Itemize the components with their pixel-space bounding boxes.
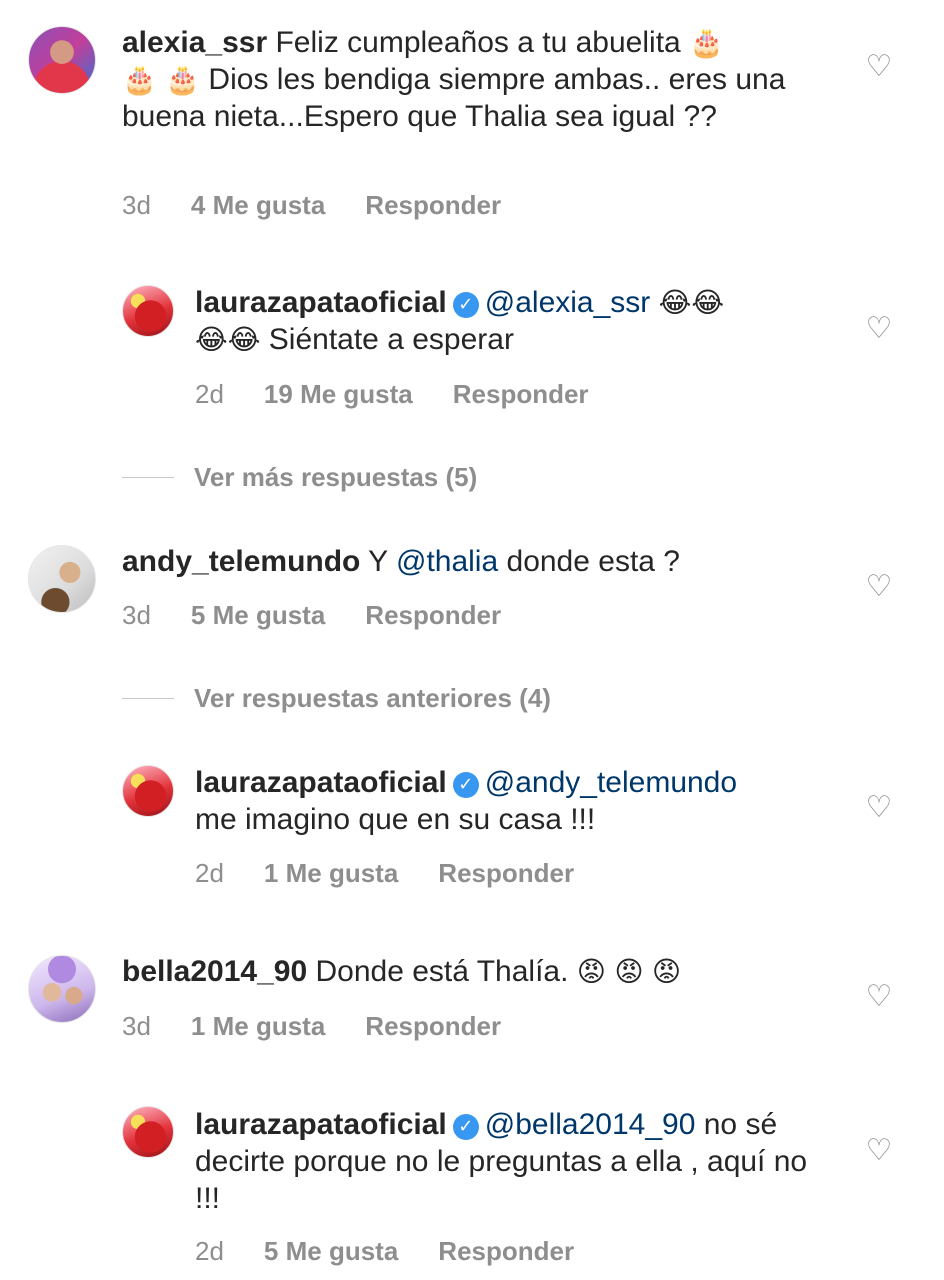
view-more-label[interactable]: Ver más respuestas (5): [194, 462, 477, 493]
comment-thread: alexia_ssr Feliz cumpleaños a tu abuelit…: [0, 0, 944, 1280]
verified-badge-icon: ✓: [452, 292, 479, 318]
view-previous-replies[interactable]: Ver respuestas anteriores (4): [122, 683, 551, 713]
likes-count[interactable]: 1 Me gusta: [191, 1011, 325, 1042]
comment-meta: 2d 19 Me gusta Responder: [195, 379, 589, 410]
comment-body: Y: [360, 545, 396, 578]
comment-meta: 3d 1 Me gusta Responder: [122, 1011, 501, 1042]
timestamp: 2d: [195, 1236, 224, 1266]
comment-body: Siéntate a esperar: [260, 323, 514, 356]
comment-meta: 3d 4 Me gusta Responder: [122, 190, 501, 221]
likes-count[interactable]: 5 Me gusta: [191, 600, 325, 631]
username[interactable]: laurazapataoficial: [195, 1108, 447, 1141]
reply-button[interactable]: Responder: [438, 1236, 574, 1267]
timestamp: 2d: [195, 858, 224, 888]
cake-emoji: 🎂: [122, 63, 157, 96]
username[interactable]: andy_telemundo: [122, 545, 360, 578]
heart-outline-icon[interactable]: ♡: [864, 572, 894, 602]
heart-outline-icon[interactable]: ♡: [864, 1136, 894, 1166]
comment-body: Dios les bendiga siempre ambas.. eres un…: [122, 63, 786, 133]
view-more-label[interactable]: Ver respuestas anteriores (4): [194, 683, 551, 714]
comment-meta: 3d 5 Me gusta Responder: [122, 600, 501, 631]
comment-text: laurazapataoficial ✓ @andy_telemundome ima…: [195, 764, 835, 838]
divider: [122, 697, 174, 699]
cake-emoji: 🎂: [165, 63, 201, 96]
laugh-emoji: 😂: [691, 286, 725, 319]
comment-text: laurazapataoficial ✓ @alexia_ssr 😂😂 😂😂 Sién…: [195, 284, 815, 358]
divider: [122, 476, 174, 478]
comment-body: me imagino que en su casa !!!: [195, 803, 596, 836]
comment-text: alexia_ssr Feliz cumpleaños a tu abuelit…: [122, 24, 822, 135]
timestamp: 3d: [122, 190, 151, 220]
mention-link[interactable]: @andy_telemundo: [485, 766, 737, 799]
angry-emoji: 😡: [651, 955, 682, 988]
likes-count[interactable]: 5 Me gusta: [264, 1236, 398, 1267]
avatar[interactable]: [122, 285, 174, 337]
view-more-replies[interactable]: Ver más respuestas (5): [122, 462, 477, 492]
username[interactable]: laurazapataoficial: [195, 286, 447, 319]
angry-emoji: 😡: [614, 955, 644, 988]
username[interactable]: laurazapataoficial: [195, 766, 447, 799]
avatar[interactable]: [122, 1106, 174, 1158]
comment-text: andy_telemundo Y @thalia donde esta ?: [122, 543, 842, 580]
laugh-emoji: 😂: [227, 323, 261, 356]
username[interactable]: alexia_ssr: [122, 26, 267, 59]
heart-outline-icon[interactable]: ♡: [864, 982, 894, 1012]
heart-outline-icon[interactable]: ♡: [864, 52, 894, 82]
avatar[interactable]: [28, 955, 96, 1023]
timestamp: 3d: [122, 1011, 151, 1041]
avatar[interactable]: [28, 545, 96, 613]
cake-emoji: 🎂: [689, 26, 724, 59]
verified-badge-icon: ✓: [452, 772, 479, 798]
mention-link[interactable]: @thalia: [396, 545, 498, 578]
laugh-emoji: 😂: [658, 286, 692, 319]
reply-button[interactable]: Responder: [365, 600, 501, 631]
avatar[interactable]: [28, 26, 96, 94]
comment-body: donde esta ?: [498, 545, 681, 578]
comment-meta: 2d 5 Me gusta Responder: [195, 1236, 574, 1267]
reply-button[interactable]: Responder: [365, 1011, 501, 1042]
timestamp: 2d: [195, 379, 224, 409]
mention-link[interactable]: @bella2014_90: [485, 1108, 696, 1141]
likes-count[interactable]: 1 Me gusta: [264, 858, 398, 889]
comment-text: bella2014_90 Donde está Thalía. 😡 😡 😡: [122, 953, 842, 990]
avatar[interactable]: [122, 765, 174, 817]
username[interactable]: bella2014_90: [122, 955, 307, 988]
angry-emoji: 😡: [576, 955, 606, 988]
reply-button[interactable]: Responder: [453, 379, 589, 410]
heart-outline-icon[interactable]: ♡: [864, 793, 894, 823]
comment-text: laurazapataoficial ✓ @bella2014_90 no sé d…: [195, 1106, 815, 1217]
comment-meta: 2d 1 Me gusta Responder: [195, 858, 574, 889]
mention-link[interactable]: @alexia_ssr: [485, 286, 651, 319]
verified-badge-icon: ✓: [452, 1114, 479, 1140]
comment-body: Donde está Thalía.: [307, 955, 577, 988]
timestamp: 3d: [122, 600, 151, 630]
reply-button[interactable]: Responder: [365, 190, 501, 221]
likes-count[interactable]: 4 Me gusta: [191, 190, 325, 221]
laugh-emoji: 😂: [195, 323, 228, 356]
heart-outline-icon[interactable]: ♡: [864, 314, 894, 344]
likes-count[interactable]: 19 Me gusta: [264, 379, 413, 410]
reply-button[interactable]: Responder: [438, 858, 574, 889]
comment-body: Feliz cumpleaños a tu abuelita: [267, 26, 690, 59]
